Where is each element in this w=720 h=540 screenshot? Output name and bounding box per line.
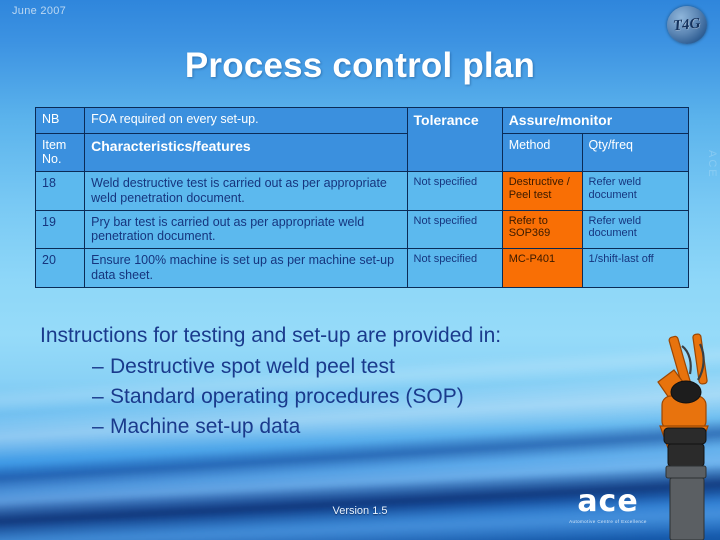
t4g-logo-text: T4G	[672, 15, 702, 34]
header-foa-note: FOA required on every set-up.	[84, 107, 408, 134]
cell-method: Refer to SOP369	[501, 209, 583, 250]
list-item: – Standard operating procedures (SOP)	[92, 382, 660, 412]
table-row: 20 Ensure 100% machine is set up as per …	[34, 248, 690, 288]
bullet-dash: –	[92, 354, 104, 378]
t4g-logo-icon: T4G	[667, 6, 707, 44]
table-header-row-1: NB FOA required on every set-up. Toleran…	[34, 106, 690, 173]
bullet-dash: –	[92, 384, 104, 408]
cell-qty-freq: 1/shift-last off	[581, 248, 690, 288]
slide-canvas: ACE June 2007 T4G Process control plan N…	[0, 0, 720, 540]
list-item: – Destructive spot weld peel test	[92, 352, 660, 382]
table-row: 18 Weld destructive test is carried out …	[34, 171, 690, 211]
header-qty-freq: Qty/freq	[581, 132, 690, 173]
list-item-label: Destructive spot weld peel test	[110, 354, 395, 378]
version-label: Version 1.5	[332, 505, 388, 517]
cell-item-no: 20	[34, 248, 86, 288]
cell-characteristics: Pry bar test is carried out as per appro…	[84, 209, 408, 250]
cell-qty-freq: Refer weld document	[581, 209, 690, 250]
bullet-dash: –	[92, 414, 104, 438]
cell-item-no: 18	[34, 171, 86, 211]
background-swoosh-decoration	[0, 458, 720, 540]
cell-tolerance: Not specified	[406, 171, 503, 211]
background-watermark: ACE	[706, 150, 718, 179]
cell-characteristics: Ensure 100% machine is set up as per mac…	[84, 248, 408, 288]
header-assure-monitor: Assure/monitor	[501, 107, 690, 134]
header-item-no: Item No.	[34, 132, 86, 173]
header-method: Method	[501, 132, 583, 173]
slide-date: June 2007	[12, 5, 67, 17]
list-item-label: Standard operating procedures (SOP)	[110, 384, 464, 408]
cell-item-no: 19	[34, 209, 86, 250]
table-row: 19 Pry bar test is carried out as per ap…	[34, 209, 690, 250]
process-control-plan-table: NB FOA required on every set-up. Toleran…	[34, 106, 690, 288]
table-header-row-2: Item No. Characteristics/features Method…	[34, 132, 690, 173]
list-item-label: Machine set-up data	[110, 414, 301, 438]
instructions-list: – Destructive spot weld peel test – Standa…	[40, 352, 660, 441]
cell-qty-freq: Refer weld document	[581, 171, 690, 211]
ace-logo-tagline: Automotive Centre of Excellence	[569, 519, 647, 524]
cell-characteristics: Weld destructive test is carried out as …	[84, 171, 408, 211]
cell-tolerance: Not specified	[406, 209, 503, 250]
page-title: Process control plan	[184, 46, 536, 85]
cell-tolerance: Not specified	[406, 248, 503, 288]
header-nb: NB	[34, 107, 86, 134]
list-item: – Machine set-up data	[92, 412, 660, 442]
instructions-lead: Instructions for testing and set-up are …	[40, 324, 502, 347]
cell-method: MC-P401	[501, 248, 583, 288]
header-characteristics-features: Characteristics/features	[84, 132, 408, 173]
instructions-block: Instructions for testing and set-up are …	[40, 322, 660, 441]
cell-method: Destructive / Peel test	[501, 171, 583, 211]
header-tolerance: Tolerance	[406, 106, 503, 173]
